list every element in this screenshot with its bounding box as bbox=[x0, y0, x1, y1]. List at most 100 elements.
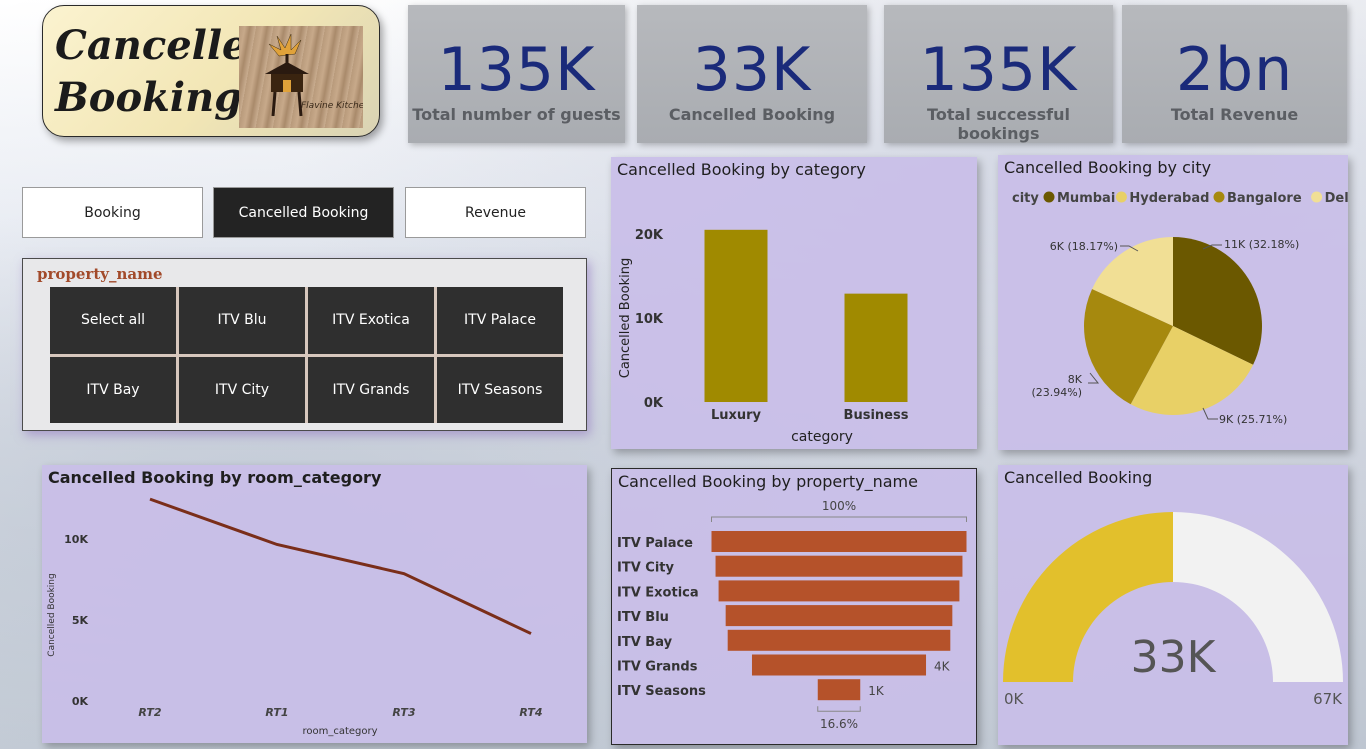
slicer-item-select-all[interactable]: Select all bbox=[50, 287, 176, 354]
funnel-category-label: ITV Exotica bbox=[617, 585, 699, 600]
x-tick-label: RT2 bbox=[138, 706, 161, 719]
page-title: Cancelled Booking bbox=[55, 20, 276, 124]
slicer-grid: Select all ITV Blu ITV Exotica ITV Palac… bbox=[50, 287, 563, 423]
funnel-data-label: 1K bbox=[868, 684, 885, 698]
bar-business bbox=[844, 293, 908, 402]
chart-by-property-name: Cancelled Booking by property_name 100% I… bbox=[611, 468, 977, 745]
legend-item-hyderabad: Hyderabad bbox=[1129, 191, 1209, 206]
legend-title: city bbox=[1012, 191, 1039, 206]
series-line bbox=[149, 497, 532, 635]
funnel-bar-itv-city bbox=[715, 555, 963, 577]
funnel-category-label: ITV City bbox=[617, 561, 675, 576]
bar-luxury bbox=[704, 229, 768, 402]
funnel-bar-itv-grands bbox=[751, 654, 927, 676]
data-label-mumbai: 11K (32.18%) bbox=[1224, 238, 1299, 251]
x-tick-label: RT1 bbox=[265, 706, 288, 719]
funnel-category-label: ITV Bay bbox=[617, 635, 673, 650]
logo: Flavine Kitchen bbox=[239, 26, 370, 128]
gauge-min-label: 0K bbox=[1004, 690, 1025, 708]
funnel-category-label: ITV Grands bbox=[617, 660, 698, 675]
funnel-bar-itv-seasons bbox=[817, 679, 861, 701]
leader-line bbox=[1202, 407, 1218, 420]
gauge-max-label: 67K bbox=[1313, 690, 1343, 708]
y-tick-label: 0K bbox=[72, 695, 89, 708]
x-axis-label: category bbox=[791, 429, 853, 445]
kpi-label: Total successful bookings bbox=[927, 105, 1070, 143]
kpi-value: 135K bbox=[919, 35, 1078, 105]
nav-booking-button[interactable]: Booking bbox=[22, 187, 203, 238]
line-chart: 0K 5K 10K Cancelled Booking RT2 RT1 RT3 RT4 room… bbox=[47, 497, 543, 737]
kpi-label: Cancelled Booking bbox=[668, 105, 836, 124]
slicer-item-itv-exotica[interactable]: ITV Exotica bbox=[308, 287, 434, 354]
y-tick-label: 5K bbox=[72, 614, 89, 627]
funnel-top-label: 100% bbox=[822, 499, 856, 513]
kpi-value: 33K bbox=[692, 35, 812, 105]
chart-by-room-category: Cancelled Booking by room_category 0K 5K 1… bbox=[42, 465, 587, 743]
y-tick-label: 20K bbox=[635, 228, 664, 243]
gauge-value: 33K bbox=[1131, 632, 1217, 683]
kpi-label: Total number of guests bbox=[412, 105, 621, 124]
chart-by-category: Cancelled Booking by category 0K 10K 20K Ca… bbox=[611, 157, 977, 449]
funnel-bottom-bracket bbox=[817, 706, 861, 712]
legend-marker bbox=[1115, 191, 1127, 203]
slicer-item-itv-city[interactable]: ITV City bbox=[179, 356, 305, 423]
funnel-bar-itv-exotica bbox=[718, 580, 960, 602]
y-tick-label: 10K bbox=[635, 312, 664, 327]
kpi-total-guests: 135K Total number of guests bbox=[408, 5, 625, 143]
legend-marker bbox=[1311, 191, 1323, 203]
legend-item-mumbai: Mumbai bbox=[1057, 191, 1115, 206]
chart-by-city: Cancelled Booking by city city Mumbai Hyde… bbox=[998, 155, 1348, 450]
kpi-total-revenue: 2bn Total Revenue bbox=[1122, 5, 1347, 143]
y-tick-label: 0K bbox=[644, 396, 664, 411]
funnel-data-label: 4K bbox=[934, 660, 951, 674]
slicer-item-itv-bay[interactable]: ITV Bay bbox=[50, 356, 176, 423]
funnel-chart: 100% ITV Palace ITV City ITV Exotica ITV Blu… bbox=[617, 499, 967, 731]
slicer-item-itv-grands[interactable]: ITV Grands bbox=[308, 356, 434, 423]
x-tick-label: RT4 bbox=[519, 706, 542, 719]
x-tick-label: Luxury bbox=[711, 408, 762, 423]
gauge-chart: 33K 0K 67K bbox=[1003, 512, 1343, 708]
kpi-value: 135K bbox=[437, 35, 596, 105]
data-label-bangalore: 8K bbox=[1068, 373, 1083, 386]
property-name-slicer: property_name Select all ITV Blu ITV Exo… bbox=[22, 258, 587, 431]
slicer-title: property_name bbox=[37, 265, 163, 283]
logo-icon: Flavine Kitchen bbox=[265, 33, 370, 117]
title-card: Cancelled Booking Flavine Kitchen bbox=[42, 5, 380, 137]
page-title-line1: Cancelled bbox=[55, 22, 276, 69]
leader-line bbox=[1088, 372, 1100, 384]
nav-revenue-button[interactable]: Revenue bbox=[405, 187, 586, 238]
legend-item-delhi: Delhi bbox=[1325, 191, 1348, 206]
kpi-value: 2bn bbox=[1175, 35, 1294, 105]
data-label-delhi: 6K (18.17%) bbox=[1050, 240, 1118, 253]
funnel-category-label: ITV Blu bbox=[617, 610, 669, 625]
pie-chart: city Mumbai Hyderabad Bangalore Delhi 11K (32… bbox=[1012, 191, 1348, 426]
kpi-label: Total Revenue bbox=[1170, 105, 1299, 124]
legend-item-bangalore: Bangalore bbox=[1227, 191, 1302, 206]
kpi-successful-bookings: 135K Total successful bookings bbox=[884, 5, 1113, 143]
x-axis-label: room_category bbox=[302, 726, 377, 737]
funnel-category-label: ITV Seasons bbox=[617, 684, 706, 699]
legend-marker bbox=[1213, 191, 1225, 203]
data-label-hyderabad: 9K (25.71%) bbox=[1219, 413, 1287, 426]
x-tick-label: RT3 bbox=[392, 706, 415, 719]
data-label-bangalore-pct: (23.94%) bbox=[1031, 386, 1082, 399]
funnel-top-bracket bbox=[711, 516, 967, 522]
y-tick-label: 10K bbox=[64, 533, 88, 546]
slicer-item-itv-seasons[interactable]: ITV Seasons bbox=[437, 356, 563, 423]
page-title-line2: Booking bbox=[55, 74, 243, 121]
funnel-bottom-label: 16.6% bbox=[820, 717, 858, 731]
logo-text: Flavine Kitchen bbox=[301, 101, 363, 111]
funnel-bar-itv-palace bbox=[711, 531, 967, 552]
slicer-item-itv-palace[interactable]: ITV Palace bbox=[437, 287, 563, 354]
slicer-item-itv-blu[interactable]: ITV Blu bbox=[179, 287, 305, 354]
chart-gauge: Cancelled Booking 33K 0K 67K bbox=[998, 465, 1348, 745]
funnel-bar-itv-bay bbox=[727, 629, 951, 651]
bar-chart: 0K 10K 20KCancelled Booking Luxury Business c… bbox=[618, 228, 909, 445]
funnel-bar-itv-blu bbox=[725, 605, 953, 627]
y-axis-label: Cancelled Booking bbox=[47, 573, 57, 656]
kpi-cancelled-booking: 33K Cancelled Booking bbox=[637, 5, 867, 143]
legend-marker bbox=[1043, 191, 1055, 203]
nav-cancelled-booking-button[interactable]: Cancelled Booking bbox=[213, 187, 394, 238]
funnel-category-label: ITV Palace bbox=[617, 536, 693, 551]
y-axis-label: Cancelled Booking bbox=[618, 258, 633, 379]
